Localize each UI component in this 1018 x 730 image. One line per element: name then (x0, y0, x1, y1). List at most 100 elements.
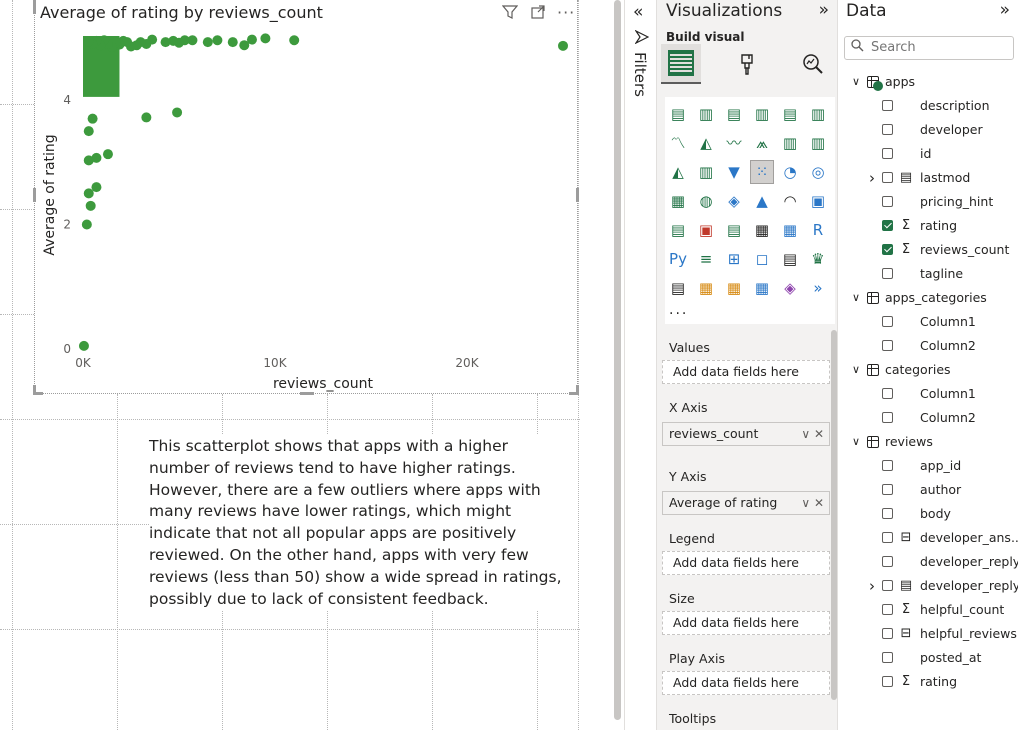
expand-filters-icon[interactable]: « (633, 2, 643, 22)
custom-visual-icon[interactable]: ▦ (751, 277, 773, 299)
field-checkbox[interactable] (882, 676, 893, 687)
chevron-down-icon[interactable]: ∨ (850, 287, 862, 309)
kpi-icon[interactable]: ▣ (695, 219, 717, 241)
power-automate-icon[interactable]: ▦ (723, 277, 745, 299)
field-checkbox[interactable] (882, 484, 893, 495)
collapse-visualizations-icon[interactable]: » (819, 0, 829, 20)
scatter-point[interactable] (91, 182, 102, 193)
paginated-report-icon[interactable]: ▤ (667, 277, 689, 299)
filters-pane-collapsed[interactable]: « Filters (624, 0, 657, 730)
tree-field-helpful_reviews[interactable]: ⊟ helpful_reviews (838, 623, 1018, 645)
scatter-point[interactable] (87, 113, 98, 124)
field-checkbox[interactable] (882, 316, 893, 327)
scatter-point[interactable] (239, 40, 250, 51)
tree-field-Column1[interactable]: Column1 (838, 383, 1018, 405)
scatter-point[interactable] (260, 33, 271, 44)
chevron-down-icon[interactable]: ∨ (850, 359, 862, 381)
add-field-dropzone[interactable]: Add data fields here (662, 671, 830, 695)
tree-field-tagline[interactable]: tagline (838, 263, 1018, 285)
field-checkbox[interactable] (882, 532, 893, 543)
scatter-point[interactable] (558, 40, 568, 51)
collapse-data-icon[interactable]: » (1000, 0, 1010, 20)
scatter-point[interactable] (78, 340, 89, 351)
scatter-point[interactable] (289, 35, 300, 46)
waterfall-icon[interactable]: ▥ (695, 161, 717, 183)
scatter-visual[interactable]: 0K 10K 20K 0 2 4 reviews_count Average of ra… (33, 0, 579, 395)
scatter-point[interactable] (227, 37, 238, 48)
gauge-icon[interactable]: ◠ (779, 190, 801, 212)
scatter-point[interactable] (202, 37, 213, 48)
chevron-visual-icon[interactable]: » (807, 277, 829, 299)
tree-field-posted_at[interactable]: posted_at (838, 647, 1018, 669)
report-canvas[interactable]: 0K 10K 20K 0 2 4 reviews_count Average of ra… (0, 0, 580, 730)
tree-field-helpful_count[interactable]: Σhelpful_count (838, 599, 1018, 621)
field-checkbox[interactable] (882, 580, 893, 591)
decomposition-tree-icon[interactable]: ⊞ (723, 248, 745, 270)
treemap-icon[interactable]: ▦ (667, 190, 689, 212)
resize-handle[interactable] (300, 392, 314, 395)
scatter-icon[interactable]: ⁙ (750, 160, 774, 184)
field-checkbox[interactable] (882, 268, 893, 279)
multirow-card-icon[interactable]: ▤ (667, 219, 689, 241)
more-visuals-icon[interactable]: ... (669, 302, 688, 318)
format-visual-tab[interactable] (727, 44, 767, 84)
field-checkbox[interactable] (882, 220, 893, 231)
pill-dropdown-remove-icons[interactable]: ∨ ✕ (801, 423, 824, 445)
tree-field-Column1[interactable]: Column1 (838, 311, 1018, 333)
field-checkbox[interactable] (882, 460, 893, 471)
tree-table-apps_categories[interactable]: ∨ apps_categories (838, 287, 1018, 309)
field-checkbox[interactable] (882, 604, 893, 615)
field-checkbox[interactable] (882, 556, 893, 567)
r-visual-icon[interactable]: R (807, 219, 829, 241)
key-influencers-icon[interactable]: ≡ (695, 248, 717, 270)
scatter-point[interactable] (83, 155, 94, 166)
filled-map-icon[interactable]: ◈ (723, 190, 745, 212)
field-pill[interactable]: Average of rating ∨ ✕ (662, 491, 830, 515)
scatter-point[interactable] (212, 35, 223, 46)
field-checkbox[interactable] (882, 172, 893, 183)
tree-field-rating[interactable]: Σrating (838, 671, 1018, 693)
tree-table-categories[interactable]: ∨ categories (838, 359, 1018, 381)
area-icon[interactable]: ◭ (695, 132, 717, 154)
add-field-dropzone[interactable]: Add data fields here (662, 551, 830, 575)
resize-handle[interactable] (33, 385, 36, 395)
line-column-icon[interactable]: ▥ (779, 132, 801, 154)
filter-icon[interactable] (501, 4, 519, 22)
slicer-icon[interactable]: ▤ (723, 219, 745, 241)
data-search-box[interactable] (844, 36, 1014, 60)
field-checkbox[interactable] (882, 652, 893, 663)
chevron-right-icon[interactable]: › (866, 167, 878, 189)
tree-field-id[interactable]: id (838, 143, 1018, 165)
clustered-column-icon[interactable]: ▥ (751, 103, 773, 125)
resize-handle[interactable] (576, 188, 579, 202)
matrix-icon[interactable]: ▦ (779, 219, 801, 241)
smart-narrative-icon[interactable]: ▤ (779, 248, 801, 270)
field-checkbox[interactable] (882, 628, 893, 639)
tree-field-Column2[interactable]: Column2 (838, 335, 1018, 357)
tree-field-developer_reply[interactable]: developer_reply (838, 551, 1018, 573)
field-checkbox[interactable] (882, 196, 893, 207)
more-options-icon[interactable]: ··· (557, 4, 575, 22)
visualizations-scrollbar[interactable] (831, 330, 837, 700)
field-pill[interactable]: reviews_count ∨ ✕ (662, 422, 830, 446)
field-checkbox[interactable] (882, 508, 893, 519)
chevron-right-icon[interactable]: › (866, 575, 878, 597)
python-visual-icon[interactable]: Py (667, 248, 689, 270)
canvas-scrollbar[interactable] (614, 0, 621, 720)
scatter-point[interactable] (83, 126, 94, 137)
narrative-text-box[interactable]: This scatterplot shows that apps with a … (149, 436, 569, 611)
tree-field-app_id[interactable]: app_id (838, 455, 1018, 477)
field-checkbox[interactable] (882, 244, 893, 255)
tree-field-author[interactable]: author (838, 479, 1018, 501)
metrics-icon[interactable]: ♛ (807, 248, 829, 270)
power-apps-icon[interactable]: ▦ (695, 277, 717, 299)
tree-field-pricing_hint[interactable]: pricing_hint (838, 191, 1018, 213)
tree-table-reviews[interactable]: ∨ reviews (838, 431, 1018, 453)
card-icon[interactable]: ▣ (807, 190, 829, 212)
donut-icon[interactable]: ◎ (807, 161, 829, 183)
resize-handle[interactable] (33, 188, 36, 202)
scatter-point[interactable] (81, 219, 92, 230)
100-bar-icon[interactable]: ▤ (779, 103, 801, 125)
qa-icon[interactable]: ◻ (751, 248, 773, 270)
ribbon-chart-icon[interactable]: ◭ (667, 161, 689, 183)
